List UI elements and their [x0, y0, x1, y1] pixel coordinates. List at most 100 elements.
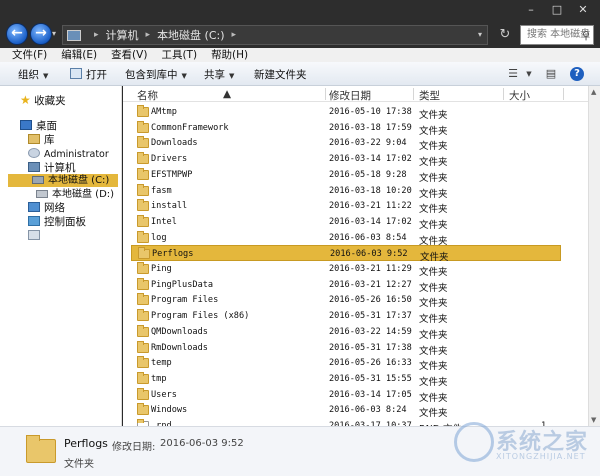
- back-button[interactable]: ←: [6, 23, 28, 45]
- folder-icon: [137, 262, 149, 274]
- help-icon[interactable]: ?: [570, 67, 584, 81]
- open-button[interactable]: 打开: [70, 67, 107, 82]
- file-date: 2016-03-14 17:05: [329, 389, 412, 400]
- nav-desktop-label: 桌面: [36, 120, 57, 132]
- table-row[interactable]: install 2016-03-21 11:22 文件夹: [131, 198, 561, 215]
- desktop-icon: [20, 120, 32, 130]
- file-name: Windows: [151, 405, 188, 416]
- file-date: 2016-05-26 16:50: [329, 295, 412, 306]
- table-row[interactable]: log 2016-06-03 8:54 文件夹: [131, 230, 561, 247]
- nav-control-panel[interactable]: 控制面板: [28, 216, 86, 229]
- file-date: 2016-05-10 17:38: [329, 107, 412, 117]
- folder-icon: [137, 230, 149, 243]
- chevron-right-icon[interactable]: ▸: [146, 30, 151, 40]
- menu-edit[interactable]: 编辑(E): [61, 48, 97, 62]
- chevron-right-icon[interactable]: ▸: [232, 30, 237, 40]
- breadcrumb-drive-c[interactable]: 本地磁盘 (C:): [157, 27, 224, 43]
- column-date[interactable]: 修改日期: [329, 88, 371, 103]
- close-button[interactable]: ✕: [570, 0, 596, 20]
- file-name: Perflogs: [152, 249, 194, 260]
- folder-icon: [137, 371, 149, 384]
- new-folder-button[interactable]: 新建文件夹: [254, 67, 307, 82]
- file-date: 2016-03-21 11:22: [329, 201, 412, 212]
- breadcrumb-computer[interactable]: 计算机: [106, 27, 139, 43]
- table-row[interactable]: Intel 2016-03-14 17:02 文件夹: [131, 214, 561, 231]
- column-size[interactable]: 大小: [509, 88, 530, 103]
- nav-drive-d-label: 本地磁盘 (D:): [52, 189, 115, 200]
- preview-pane-icon[interactable]: ▤: [542, 65, 560, 83]
- file-name: Intel: [151, 216, 177, 227]
- table-row[interactable]: Users 2016-03-14 17:05 文件夹: [131, 387, 561, 404]
- nav-user[interactable]: Administrator: [28, 148, 109, 161]
- chevron-right-icon[interactable]: ▸: [94, 30, 99, 40]
- nav-drive-d[interactable]: 本地磁盘 (D:): [36, 188, 114, 201]
- table-row[interactable]: Windows 2016-06-03 8:24 文件夹: [131, 402, 561, 419]
- table-row[interactable]: Program Files 2016-05-26 16:50 文件夹: [131, 292, 561, 309]
- file-date: 2016-06-03 9:52: [330, 249, 408, 260]
- table-row[interactable]: fasm 2016-03-18 10:20 文件夹: [131, 183, 561, 200]
- menu-help[interactable]: 帮助(H): [211, 48, 248, 62]
- column-name[interactable]: 名称: [137, 88, 158, 103]
- file-date: 2016-05-26 16:33: [329, 358, 412, 369]
- folder-icon: [137, 105, 149, 117]
- table-row[interactable]: tmp 2016-05-31 15:55 文件夹: [131, 371, 561, 388]
- file-date: 2016-05-18 9:28: [329, 169, 407, 180]
- table-row[interactable]: Ping 2016-03-21 11:29 文件夹: [131, 261, 561, 278]
- nav-library[interactable]: 库: [28, 134, 55, 147]
- control-panel-icon: [28, 216, 40, 226]
- nav-network-label: 网络: [44, 202, 65, 214]
- table-row[interactable]: temp 2016-05-26 16:33 文件夹: [131, 355, 561, 372]
- file-name: Program Files: [151, 295, 219, 306]
- forward-button[interactable]: →: [30, 23, 52, 45]
- file-name: RmDownloads: [151, 342, 208, 353]
- column-divider[interactable]: [563, 88, 564, 100]
- menu-file[interactable]: 文件(F): [12, 48, 47, 62]
- column-divider[interactable]: [503, 88, 504, 100]
- table-row[interactable]: QMDownloads 2016-03-22 14:59 文件夹: [131, 324, 561, 341]
- nav-computer-label: 计算机: [44, 162, 76, 174]
- table-row[interactable]: EFSTMPWP 2016-05-18 9:28 文件夹: [131, 167, 561, 184]
- recycle-bin-icon: [28, 230, 40, 240]
- table-row[interactable]: RmDownloads 2016-05-31 17:38 文件夹: [131, 340, 561, 357]
- view-dropdown[interactable]: ▼: [520, 65, 538, 83]
- address-dropdown[interactable]: ▾: [472, 25, 488, 45]
- folder-icon: [137, 152, 149, 165]
- share-button[interactable]: 共享 ▼: [204, 67, 234, 82]
- menu-view[interactable]: 查看(V): [111, 48, 147, 62]
- file-name: CommonFramework: [151, 122, 229, 133]
- file-name: AMtmp: [151, 107, 177, 117]
- refresh-icon[interactable]: ↻: [496, 25, 514, 45]
- organize-button[interactable]: 组织 ▼: [18, 67, 48, 82]
- file-name: install: [151, 201, 188, 212]
- nav-favorites[interactable]: ★ 收藏夹: [20, 94, 66, 108]
- scroll-up-icon[interactable]: ▲: [591, 88, 596, 96]
- minimize-button[interactable]: –: [518, 0, 544, 20]
- column-type[interactable]: 类型: [419, 88, 440, 103]
- menu-tools[interactable]: 工具(T): [161, 48, 197, 62]
- table-row[interactable]: CommonFramework 2016-03-18 17:59 文件夹: [131, 120, 561, 137]
- file-date: 2016-03-21 11:29: [329, 264, 412, 274]
- table-row[interactable]: Perflogs 2016-06-03 9:52 文件夹: [131, 245, 561, 263]
- table-row[interactable]: Downloads 2016-03-22 9:04 文件夹: [131, 135, 561, 152]
- search-input[interactable]: 搜索 本地磁盘 ... ⚲: [520, 25, 594, 58]
- nav-network[interactable]: 网络: [28, 202, 65, 215]
- table-row[interactable]: Program Files (x86) 2016-05-31 17:37 文件夹: [131, 308, 561, 325]
- details-date-label: 修改日期:: [112, 442, 156, 453]
- vertical-scrollbar[interactable]: ▲ ▼: [588, 86, 600, 426]
- nav-recycle-bin[interactable]: [28, 230, 44, 243]
- column-divider[interactable]: [325, 88, 326, 100]
- column-divider[interactable]: [413, 88, 414, 100]
- table-row[interactable]: Drivers 2016-03-14 17:02 文件夹: [131, 151, 561, 168]
- search-icon[interactable]: ⚲: [582, 27, 590, 45]
- nav-drive-c[interactable]: 本地磁盘 (C:): [8, 174, 118, 187]
- maximize-button[interactable]: □: [544, 0, 570, 20]
- nav-desktop[interactable]: 桌面: [20, 120, 57, 133]
- recent-pages-dropdown[interactable]: ▾: [52, 29, 56, 38]
- table-row[interactable]: AMtmp 2016-05-10 17:38 文件夹: [131, 104, 561, 121]
- nav-favorites-label: 收藏夹: [34, 95, 66, 107]
- watermark-circle: [454, 422, 494, 462]
- address-bar[interactable]: ▸ 计算机 ▸ 本地磁盘 (C:) ▸: [62, 25, 488, 45]
- table-row[interactable]: PingPlusData 2016-03-21 12:27 文件夹: [131, 277, 561, 294]
- include-in-library-button[interactable]: 包含到库中 ▼: [125, 67, 187, 82]
- file-name: EFSTMPWP: [151, 169, 193, 180]
